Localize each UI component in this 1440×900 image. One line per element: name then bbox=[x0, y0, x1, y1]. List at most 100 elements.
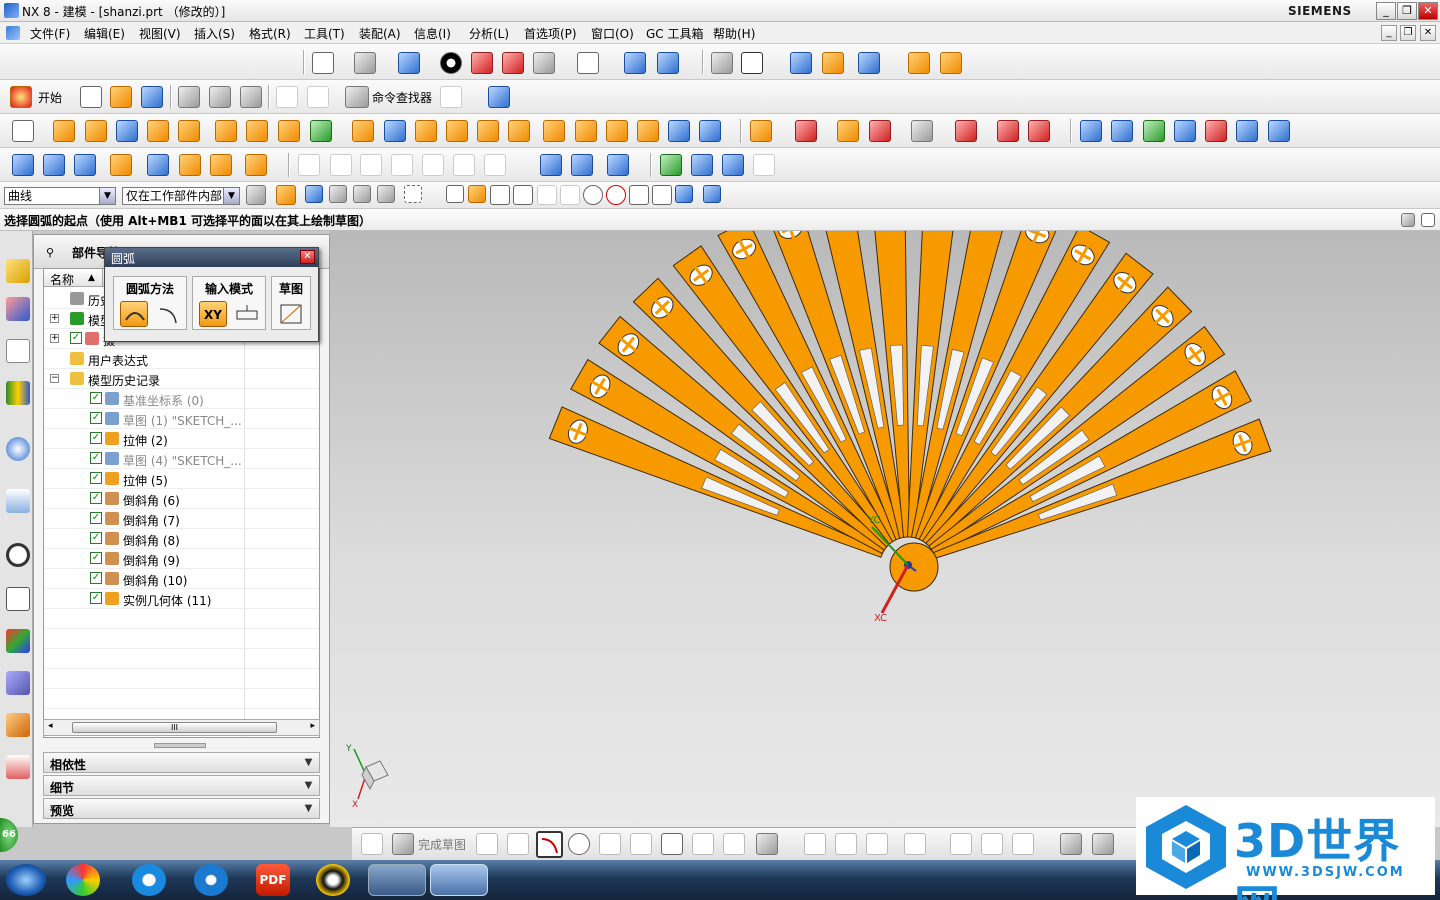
finish-sketch-button[interactable]: 完成草图 bbox=[418, 836, 466, 853]
visibility-checkbox[interactable]: ✓ bbox=[90, 412, 102, 424]
cylinder-icon[interactable] bbox=[147, 120, 169, 142]
media-player-icon[interactable] bbox=[132, 864, 166, 896]
finish-sketch-icon[interactable] bbox=[361, 833, 383, 855]
edge-blend-icon[interactable] bbox=[352, 120, 374, 142]
spreadsheet-icon[interactable] bbox=[540, 154, 562, 176]
chamfer-sketch-icon[interactable] bbox=[630, 833, 652, 855]
minimize-button[interactable]: _ bbox=[1376, 2, 1396, 20]
arc-icon[interactable] bbox=[536, 831, 563, 858]
navigator-row[interactable]: ✓ 倒斜角 (10) bbox=[44, 569, 319, 589]
menu-edit[interactable]: 编辑(E) bbox=[84, 25, 125, 42]
wcs-icon[interactable] bbox=[741, 52, 763, 74]
visibility-checkbox[interactable]: ✓ bbox=[90, 572, 102, 584]
polygon-icon[interactable] bbox=[692, 833, 714, 855]
qq-icon[interactable] bbox=[316, 864, 350, 896]
offset-face-icon[interactable] bbox=[543, 120, 565, 142]
move-face-icon[interactable] bbox=[575, 120, 597, 142]
navigator-row[interactable]: ✓ 倒斜角 (7) bbox=[44, 509, 319, 529]
system-scenes-tab-icon[interactable] bbox=[6, 755, 30, 779]
constraint-navigator-tab-icon[interactable] bbox=[6, 297, 30, 321]
snap-arc-center-icon[interactable] bbox=[583, 185, 603, 205]
general-selection-filter-icon[interactable] bbox=[246, 185, 266, 205]
check-mate-icon[interactable] bbox=[691, 154, 713, 176]
offset-curve-icon[interactable] bbox=[756, 833, 778, 855]
expand-toggle-icon[interactable]: − bbox=[50, 374, 59, 383]
n-sided-surface-icon[interactable] bbox=[1205, 120, 1227, 142]
scroll-left-icon[interactable]: ◂ bbox=[48, 721, 53, 731]
preview-panel[interactable]: 预览 ▼ bbox=[43, 798, 320, 819]
reuse-library-tab-icon[interactable] bbox=[6, 381, 30, 405]
navigator-row[interactable]: ✓ 草图 (1) "SKETCH_... bbox=[44, 409, 319, 429]
view-section-icon[interactable] bbox=[657, 52, 679, 74]
line-icon[interactable] bbox=[507, 833, 529, 855]
snap-point-on-curve-icon[interactable] bbox=[652, 185, 672, 205]
hidden-edges-icon[interactable] bbox=[533, 52, 555, 74]
parameter-mode-icon[interactable] bbox=[233, 301, 261, 327]
navigator-row[interactable]: ✓ 倒斜角 (9) bbox=[44, 549, 319, 569]
boolean-icon[interactable] bbox=[278, 120, 300, 142]
save-icon[interactable] bbox=[141, 86, 163, 108]
windows-start-icon[interactable] bbox=[6, 864, 46, 896]
snap-intersection-icon[interactable] bbox=[560, 185, 580, 205]
select-arrow-icon[interactable] bbox=[305, 185, 323, 203]
make-corner-icon[interactable] bbox=[866, 833, 888, 855]
visibility-checkbox[interactable]: ✓ bbox=[90, 532, 102, 544]
close-icon[interactable]: ✕ bbox=[300, 250, 315, 264]
visibility-checkbox[interactable]: ✓ bbox=[90, 512, 102, 524]
snap-point-on-face-icon[interactable] bbox=[675, 185, 693, 203]
swept-icon[interactable] bbox=[1174, 120, 1196, 142]
datum-csys-icon[interactable] bbox=[699, 120, 721, 142]
thicken-icon[interactable] bbox=[637, 120, 659, 142]
expression-icon[interactable] bbox=[571, 154, 593, 176]
navigator-row[interactable]: ✓ 实例几何体 (11) bbox=[44, 589, 319, 609]
process-studio-tab-icon[interactable] bbox=[6, 629, 30, 653]
snap-existing-point-icon[interactable] bbox=[468, 185, 486, 203]
dynamic-wcs-icon[interactable] bbox=[753, 154, 775, 176]
datum-plane-icon[interactable] bbox=[668, 120, 690, 142]
replace-face-icon[interactable] bbox=[606, 120, 628, 142]
menu-help[interactable]: 帮助(H) bbox=[713, 25, 755, 42]
chevron-down-icon[interactable]: ▼ bbox=[300, 777, 317, 794]
stop-at-intersection-icon[interactable] bbox=[353, 185, 371, 203]
g0-continuity-icon[interactable] bbox=[360, 154, 382, 176]
convert-reference-icon[interactable] bbox=[1060, 833, 1082, 855]
feature-curve-rule-icon[interactable] bbox=[276, 185, 296, 205]
start-button[interactable]: 开始 bbox=[38, 89, 62, 106]
menu-tools[interactable]: 工具(T) bbox=[304, 25, 345, 42]
copy-icon[interactable] bbox=[209, 86, 231, 108]
copy-face-icon[interactable] bbox=[911, 120, 933, 142]
visibility-checkbox[interactable]: ✓ bbox=[70, 332, 82, 344]
reference-set-icon[interactable] bbox=[74, 154, 96, 176]
quick-trim-icon[interactable] bbox=[804, 833, 826, 855]
status-panel-icon[interactable] bbox=[1401, 213, 1415, 227]
command-finder-button[interactable]: 命令查找器 bbox=[372, 89, 432, 106]
close-button[interactable]: ✕ bbox=[1418, 2, 1438, 20]
show-constraints-icon[interactable] bbox=[1012, 833, 1034, 855]
clip-section-icon[interactable] bbox=[624, 52, 646, 74]
menu-information[interactable]: 信息(I) bbox=[414, 25, 451, 42]
hd3d-tools-tab-icon[interactable] bbox=[6, 437, 30, 461]
paint-icon[interactable] bbox=[110, 154, 132, 176]
paste-icon[interactable] bbox=[240, 86, 262, 108]
sketch-icon[interactable] bbox=[12, 120, 34, 142]
graphics-window[interactable]: XC YC Y X bbox=[330, 231, 1440, 827]
g3-continuity-icon[interactable] bbox=[453, 154, 475, 176]
fan-model[interactable]: XC YC bbox=[330, 231, 1440, 827]
quick-pick-icon[interactable] bbox=[822, 52, 844, 74]
orient-view-icon[interactable] bbox=[354, 52, 376, 74]
layer-settings-icon[interactable] bbox=[711, 52, 733, 74]
history-tab-icon[interactable] bbox=[6, 543, 30, 567]
pdf-icon[interactable]: PDF bbox=[256, 864, 290, 896]
add-component-icon[interactable] bbox=[147, 154, 169, 176]
center-endpoint-arc-icon[interactable] bbox=[154, 301, 182, 327]
assembly-navigator-tab-icon[interactable] bbox=[6, 259, 30, 283]
circle-icon[interactable] bbox=[568, 833, 590, 855]
undo-icon[interactable] bbox=[276, 86, 298, 108]
maximize-graphics-icon[interactable] bbox=[1421, 213, 1435, 227]
snap-existing-point-plus-icon[interactable] bbox=[629, 185, 649, 205]
menu-insert[interactable]: 插入(S) bbox=[194, 25, 235, 42]
transition-icon[interactable] bbox=[1236, 120, 1258, 142]
navigator-row[interactable]: ✓ 倒斜角 (6) bbox=[44, 489, 319, 509]
command-finder-icon[interactable] bbox=[345, 86, 369, 108]
app-menu-icon[interactable] bbox=[6, 26, 20, 40]
